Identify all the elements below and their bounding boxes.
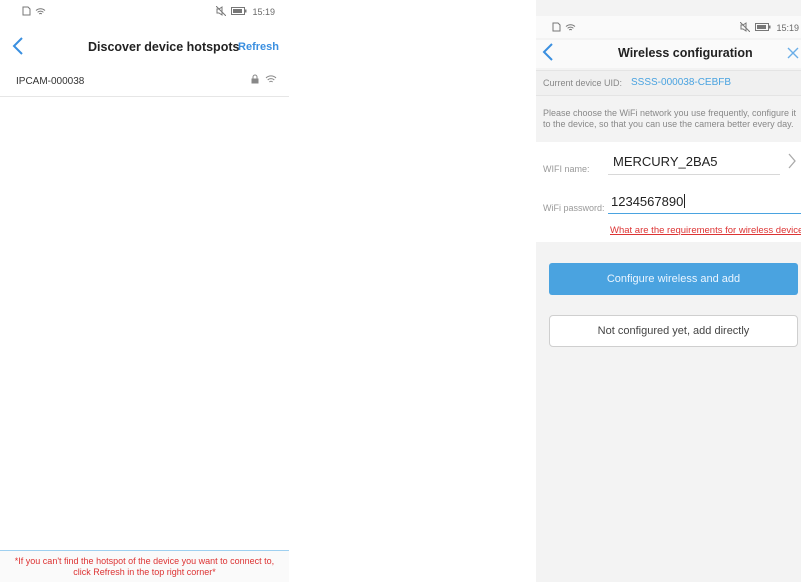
- instruction-text: Please choose the WiFi network you use f…: [536, 100, 801, 140]
- refresh-hint-text: *If you can't find the hotspot of the de…: [14, 556, 275, 577]
- lock-icon: [251, 74, 259, 87]
- device-uid-bar: Current device UID: SSSS-000038-CEBFB: [536, 70, 801, 96]
- hotspot-list-item[interactable]: IPCAM-000038: [0, 68, 289, 97]
- wifi-password-field[interactable]: 1234567890: [611, 194, 686, 209]
- text-cursor: [684, 194, 686, 208]
- wifi-form: WIFI name: MERCURY_2BA5 WiFi password: 1…: [536, 142, 801, 242]
- battery-icon: [755, 23, 771, 33]
- chevron-left-icon[interactable]: [12, 36, 34, 60]
- configure-wireless-add-label: Configure wireless and add: [606, 273, 741, 285]
- configure-wireless-add-button[interactable]: Configure wireless and add: [549, 263, 798, 295]
- page-title: Wireless configuration: [618, 46, 753, 60]
- screenshot-canvas: 15:19 Discover device hotspots Refresh I…: [0, 0, 801, 582]
- status-time: 15:19: [776, 23, 799, 33]
- wifi-signal-icon: [265, 74, 277, 87]
- wifi-password-value: 1234567890: [611, 194, 684, 209]
- mute-icon: [216, 5, 227, 18]
- wifi-password-label: WiFi password:: [543, 203, 605, 213]
- wifi-name-underline: [608, 174, 780, 175]
- hotspot-name: IPCAM-000038: [16, 76, 85, 87]
- wireless-configuration-screen: 15:19 Wireless configuration Current dev…: [536, 0, 801, 582]
- navigation-bar: Discover device hotspots Refresh: [0, 34, 289, 62]
- add-directly-label: Not configured yet, add directly: [597, 325, 750, 337]
- wifi-password-underline: [608, 213, 801, 214]
- discover-hotspots-screen: 15:19 Discover device hotspots Refresh I…: [0, 0, 289, 582]
- add-directly-button[interactable]: Not configured yet, add directly: [549, 315, 798, 347]
- wifi-icon: [565, 23, 576, 34]
- battery-icon: [231, 7, 247, 17]
- instruction-line-2: to the device, so that you can use the c…: [543, 119, 794, 129]
- status-bar: 15:19: [0, 0, 289, 22]
- instruction-line-1: Please choose the WiFi network you use f…: [543, 108, 796, 118]
- wireless-requirements-link[interactable]: What are the requirements for wireless d…: [610, 225, 801, 236]
- status-time: 15:19: [252, 7, 275, 17]
- wifi-name-label: WIFI name:: [543, 164, 590, 174]
- navigation-bar: Wireless configuration: [536, 40, 801, 68]
- uid-label: Current device UID:: [543, 78, 623, 88]
- refresh-button[interactable]: Refresh: [238, 41, 279, 53]
- hint-footer: *If you can't find the hotspot of the de…: [0, 550, 289, 582]
- uid-value: SSSS-000038-CEBFB: [631, 77, 732, 88]
- status-bar: 15:19: [536, 16, 801, 38]
- close-icon[interactable]: [787, 46, 799, 64]
- sim-icon: [22, 6, 31, 18]
- mute-icon: [740, 21, 751, 34]
- chevron-left-icon[interactable]: [542, 42, 564, 66]
- page-title: Discover device hotspots: [88, 40, 240, 54]
- sim-icon: [552, 22, 561, 34]
- wifi-name-field[interactable]: MERCURY_2BA5: [613, 154, 718, 169]
- chevron-right-icon[interactable]: [787, 152, 801, 172]
- wifi-icon: [35, 7, 46, 18]
